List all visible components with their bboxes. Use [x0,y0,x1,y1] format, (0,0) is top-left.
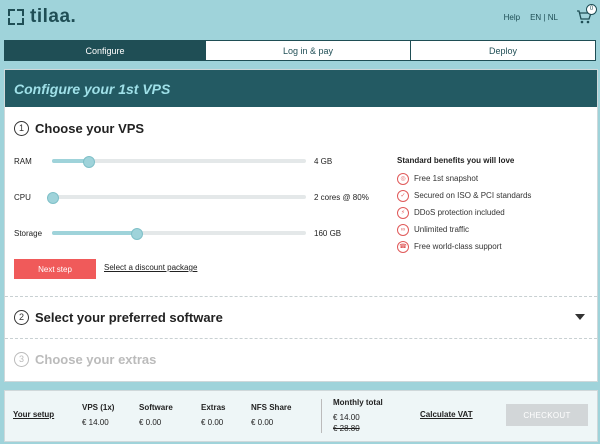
benefit-text: Free 1st snapshot [414,174,479,183]
summary-value: € 0.00 [251,418,274,427]
monthly-old-price: € 28.80 [333,424,360,433]
step-number-badge: 3 [14,352,29,367]
storage-value: 160 GB [314,228,342,238]
section-extras-header: 3 Choose your extras [14,352,156,367]
storage-slider-row: Storage 160 GB [14,226,354,240]
benefit-item: ◎ Free 1st snapshot [397,170,592,187]
next-step-button[interactable]: Next step [14,259,96,279]
summary-extras: Extras € 0.00 [201,403,225,427]
summary-nfs: NFS Share € 0.00 [251,403,291,427]
progress-steps: Configure Log in & pay Deploy [4,40,596,61]
logo-text: tilaa. [30,6,77,27]
step-label: Log in & pay [282,45,334,56]
summary-header: Extras [201,403,226,412]
summary-header: NFS Share [251,403,292,412]
summary-value: € 0.00 [139,418,162,427]
section-title: Choose your VPS [35,121,145,136]
monthly-total-title: Monthly total [333,398,383,407]
section-divider [5,338,597,339]
logo-mark-icon [8,9,24,25]
section-title: Select your preferred software [35,310,223,325]
summary-header: VPS (1x) [82,403,115,412]
benefit-item: ⚡ DDoS protection included [397,204,592,221]
discount-package-link[interactable]: Select a discount package [104,263,197,272]
benefits-title: Standard benefits you will love [397,156,515,165]
step-number-badge: 1 [14,121,29,136]
benefit-item: ✓ Secured on ISO & PCI standards [397,187,592,204]
shield-icon: ✓ [397,189,409,202]
step-configure[interactable]: Configure [4,40,212,61]
summary-value: € 14.00 [82,418,109,427]
snapshot-icon: ◎ [397,172,409,185]
step-deploy[interactable]: Deploy [411,40,596,61]
footer-divider [321,399,322,433]
cpu-slider-row: CPU 2 cores @ 80% [14,190,369,204]
support-icon: ☎ [397,240,409,253]
monthly-total: Monthly total € 14.00 € 28.80 [333,398,383,433]
cart-count-badge: 0 [586,4,597,15]
ram-slider[interactable] [52,156,306,168]
setup-summary-bar: Your setup VPS (1x) € 14.00 Software € 0… [4,390,598,442]
ram-slider-handle[interactable] [82,156,95,168]
storage-label: Storage [14,228,43,238]
benefits-list: Standard benefits you will love ◎ Free 1… [397,156,592,255]
cpu-value: 2 cores @ 80% [314,192,369,202]
cpu-slider-handle[interactable] [47,192,59,204]
ram-slider-row: RAM 4 GB [14,154,354,168]
header: tilaa. Help EN | NL 0 [0,0,600,34]
monthly-total-value: € 14.00 [333,413,360,422]
calculate-vat-link[interactable]: Calculate VAT [420,410,473,419]
lang-nl-link[interactable]: NL [548,13,558,22]
your-setup-link[interactable]: Your setup [13,410,54,419]
lang-en-link[interactable]: EN [530,13,541,22]
help-link[interactable]: Help [504,13,520,22]
cpu-slider[interactable] [47,192,306,204]
infinity-icon: ∞ [397,223,409,236]
step-label: Configure [85,45,125,56]
step-number-badge: 2 [14,310,29,325]
section-software-header[interactable]: 2 Select your preferred software [14,310,223,325]
step-label: Deploy [488,45,517,56]
storage-slider-handle[interactable] [130,228,143,240]
logo[interactable]: tilaa. [8,6,76,28]
language-switcher: EN | NL [530,13,558,22]
configure-card: Configure your 1st VPS 1 Choose your VPS… [4,69,598,382]
benefit-text: Unlimited traffic [414,225,469,234]
benefit-item: ∞ Unlimited traffic [397,221,592,238]
cart-button[interactable]: 0 [576,4,597,25]
ram-label: RAM [14,156,32,166]
summary-header: Software [139,403,173,412]
benefit-text: Free world-class support [414,242,502,251]
benefit-text: DDoS protection included [414,208,505,217]
summary-software: Software € 0.00 [139,403,173,427]
section-title: Choose your extras [35,352,157,367]
storage-slider[interactable] [52,228,306,240]
step-login-pay[interactable]: Log in & pay [206,40,411,61]
checkout-button[interactable]: CHECKOUT [506,404,588,426]
chevron-down-icon[interactable] [575,314,585,320]
ddos-icon: ⚡ [397,206,409,219]
summary-value: € 0.00 [201,418,224,427]
section-divider [5,296,597,297]
section-choose-vps-header[interactable]: 1 Choose your VPS [14,121,144,136]
summary-vps: VPS (1x) € 14.00 [82,403,114,427]
benefit-text: Secured on ISO & PCI standards [414,191,532,200]
card-title-bar: Configure your 1st VPS [5,70,597,107]
ram-value: 4 GB [314,156,333,166]
card-title: Configure your 1st VPS [14,80,171,97]
benefit-item: ☎ Free world-class support [397,238,592,255]
lang-separator: | [543,12,546,22]
